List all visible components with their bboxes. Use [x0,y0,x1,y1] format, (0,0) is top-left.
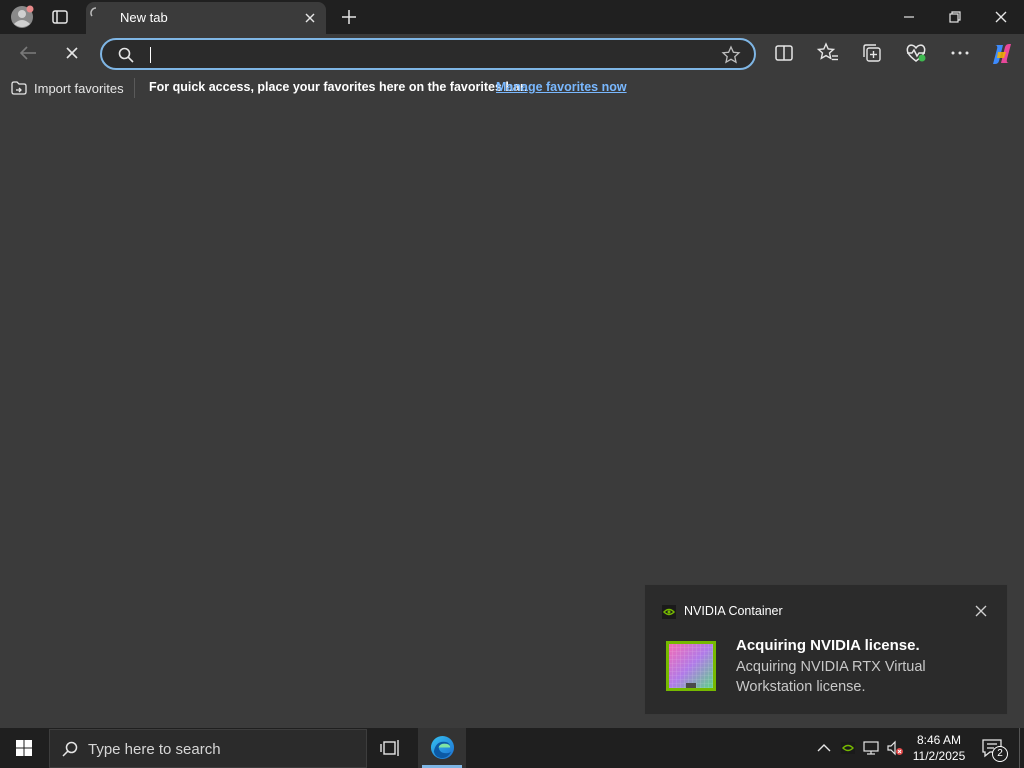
back-arrow-icon[interactable] [15,40,41,66]
tab-new-tab[interactable]: New tab [86,2,326,34]
action-center-button[interactable]: 2 [980,737,1010,762]
add-favorite-star-icon[interactable] [721,45,741,65]
address-bar[interactable] [100,38,756,70]
stop-loading-icon[interactable] [59,40,85,66]
profile-avatar-icon[interactable] [10,5,34,29]
notification-title: Acquiring NVIDIA license. [736,637,920,654]
favorites-icon[interactable] [816,41,840,65]
favorites-divider [134,78,135,98]
notification-toast[interactable]: NVIDIA Container Acquiring NVIDIA licens… [644,584,1008,715]
system-clock[interactable]: 8:46 AM 11/2/2025 [908,732,970,764]
more-options-icon[interactable] [948,41,972,65]
edge-browser-icon [430,735,455,760]
split-screen-icon[interactable] [772,41,796,65]
volume-muted-icon[interactable] [886,740,904,756]
manage-favorites-link[interactable]: Manage favorites now [496,80,627,94]
search-icon [62,741,78,757]
nvidia-gpu-chip-icon [666,641,716,691]
toolbar [0,34,1024,72]
tab-title: New tab [120,10,168,25]
minimize-icon[interactable] [896,5,922,29]
tab-actions-menu-icon[interactable] [49,6,71,28]
clock-date: 11/2/2025 [912,749,966,763]
taskbar-search-box[interactable]: Type here to search [49,729,367,768]
import-favorites-button[interactable]: Import favorites [10,79,124,97]
browser-essentials-icon[interactable] [904,41,928,65]
nvidia-tray-icon[interactable] [839,740,857,756]
start-button[interactable] [0,728,48,768]
search-icon [118,47,134,63]
import-favorites-label: Import favorites [34,80,124,96]
collections-icon[interactable] [860,41,884,65]
clock-time: 8:46 AM [916,733,962,747]
title-bar: New tab [0,0,1024,34]
restore-icon[interactable] [942,5,968,29]
import-folder-icon [11,81,27,95]
search-placeholder: Type here to search [88,741,221,758]
notification-count-badge: 2 [992,746,1008,762]
favorites-bar: Import favorites For quick access, place… [0,72,1024,104]
address-input[interactable] [148,45,708,65]
taskbar: Type here to search 8:46 AM 11/2/2025 2 [0,728,1024,768]
taskbar-edge-button[interactable] [418,728,466,768]
task-view-icon[interactable] [378,736,404,760]
loading-spinner-icon [90,7,97,17]
show-desktop-button[interactable] [1019,728,1020,768]
nvidia-logo-icon [662,605,676,619]
close-window-icon[interactable] [988,5,1014,29]
new-tab-plus-icon[interactable] [338,6,360,28]
notification-app-name: NVIDIA Container [684,604,783,618]
show-hidden-icons-chevron-up-icon[interactable] [815,740,833,756]
network-icon[interactable] [862,740,880,756]
notification-body: Acquiring NVIDIA RTX Virtual Workstation… [736,659,926,695]
copilot-icon[interactable] [989,41,1015,67]
favorites-bar-message: For quick access, place your favorites h… [149,80,528,94]
windows-logo-icon [16,740,32,756]
close-tab-icon[interactable] [302,10,318,26]
text-cursor [150,47,151,63]
dismiss-notification-icon[interactable] [973,603,989,619]
